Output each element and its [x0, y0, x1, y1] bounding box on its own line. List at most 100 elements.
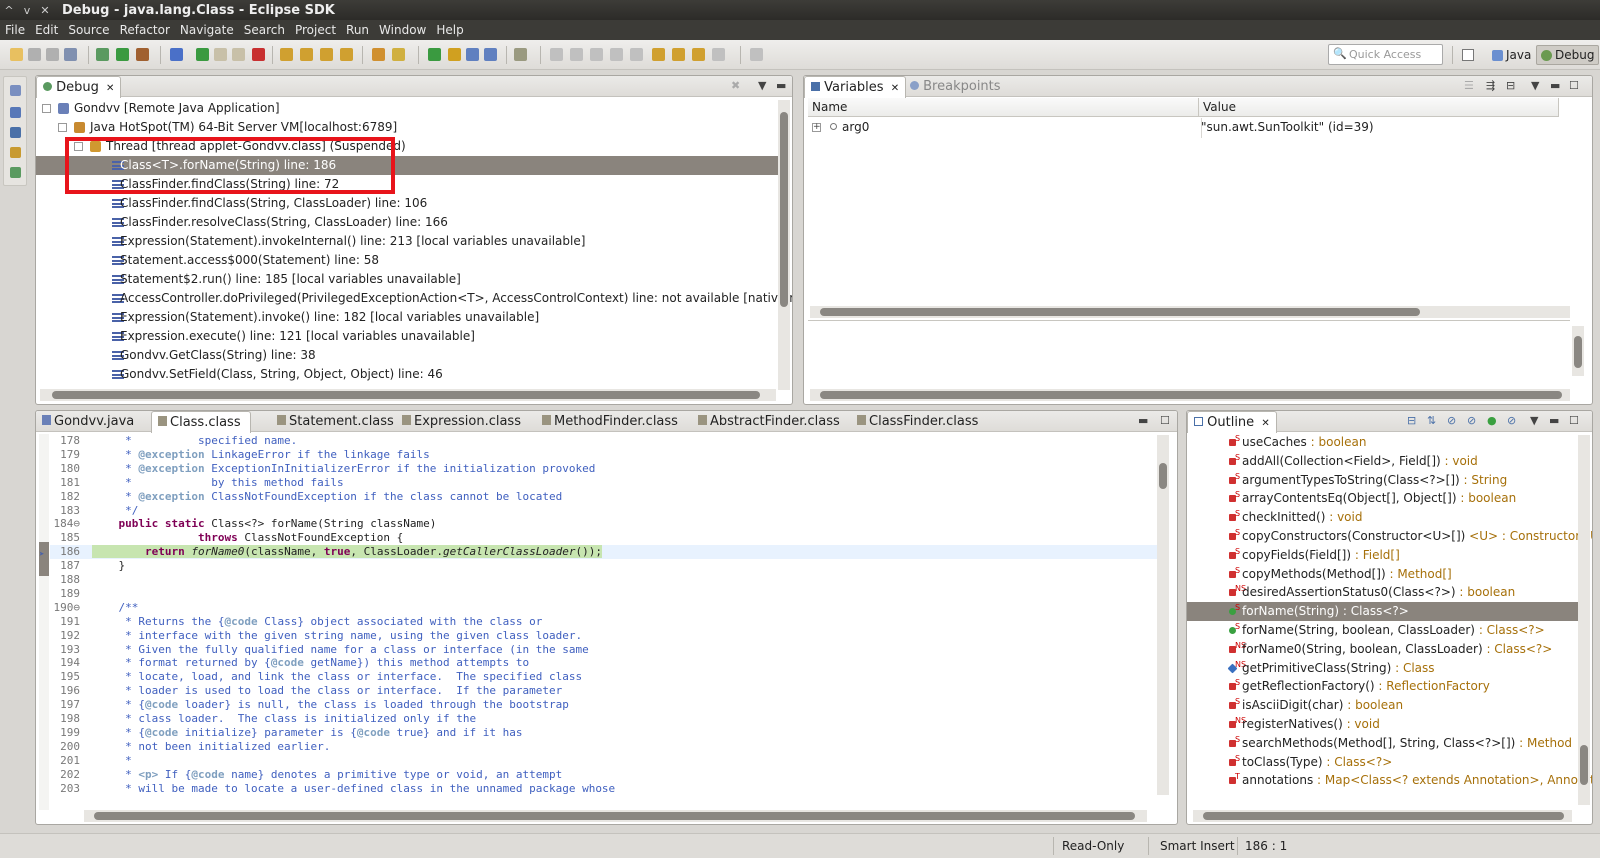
forward-tb-icon[interactable]	[712, 48, 725, 61]
step-into-icon[interactable]	[280, 48, 293, 61]
variables-table-hscroll[interactable]	[810, 306, 1570, 318]
view-menu-icon[interactable]: ▼	[1530, 414, 1538, 427]
code-line[interactable]: 195 * locate, load, and link the class o…	[50, 670, 1159, 684]
save-icon[interactable]	[28, 48, 41, 61]
tab-debug[interactable]: Debug ✕	[36, 76, 122, 98]
editor-vscroll[interactable]	[1157, 435, 1169, 795]
outline-item[interactable]: SargumentTypesToString(Class<?>[]) : Str…	[1187, 471, 1578, 490]
terminate-icon[interactable]	[232, 48, 245, 61]
mark-occurrences-icon[interactable]	[448, 48, 461, 61]
code-line[interactable]: 197 * {@code loader} is null, the class …	[50, 698, 1159, 712]
debug-hscroll-thumb[interactable]	[52, 391, 760, 399]
skip-breakpoints-icon[interactable]	[170, 48, 183, 61]
perspective-java-button[interactable]: Java	[1488, 45, 1535, 65]
window-restore-icon[interactable]: v	[18, 4, 36, 17]
expand-icon[interactable]: +	[812, 123, 821, 132]
external-tools-icon[interactable]	[136, 48, 149, 61]
tab-classfinder-class[interactable]: ClassFinder.class	[851, 411, 984, 432]
code-line[interactable]: 183 */	[50, 504, 1159, 518]
hide-fields-icon[interactable]: ⊘	[1447, 414, 1456, 427]
open-type-icon[interactable]	[372, 48, 385, 61]
tab-variables[interactable]: Variables ✕	[804, 76, 907, 98]
collapse-icon[interactable]	[42, 104, 51, 113]
code-line[interactable]: 188	[50, 573, 1159, 587]
variables-table-hscroll-thumb[interactable]	[820, 308, 1420, 316]
collapse-all-icon[interactable]: ⊟	[1407, 414, 1416, 427]
view-menu-icon[interactable]: ▼	[758, 79, 766, 92]
menu-help[interactable]: Help	[431, 23, 468, 37]
outline-item[interactable]: NS desiredAssertionStatus0(Class<?>) : bo…	[1187, 583, 1578, 602]
trim-display-icon[interactable]	[10, 147, 21, 158]
window-close-icon[interactable]: ✕	[36, 4, 54, 17]
tab-expression-class[interactable]: Expression.class	[396, 411, 527, 432]
outline-item[interactable]: StoClass(Type) : Class<?>	[1187, 753, 1578, 772]
suspend-icon[interactable]	[214, 48, 227, 61]
outline-item[interactable]: NS registerNatives() : void	[1187, 715, 1578, 734]
debug-vscroll-thumb[interactable]	[780, 112, 788, 307]
maximize-icon[interactable]: ☐	[1160, 414, 1170, 427]
editor-hscroll-thumb[interactable]	[94, 812, 1135, 820]
menu-edit[interactable]: Edit	[30, 23, 63, 37]
perspective-debug-button[interactable]: Debug	[1536, 45, 1600, 65]
code-line[interactable]: 185 throws ClassNotFoundException {	[50, 531, 1159, 545]
code-line[interactable]: 192 * interface with the given string na…	[50, 629, 1159, 643]
debug-hscroll[interactable]	[40, 389, 776, 401]
code-line[interactable]: 190⊖ /**	[50, 601, 1159, 615]
editor-vscroll-thumb[interactable]	[1159, 463, 1167, 489]
menu-search[interactable]: Search	[239, 23, 290, 37]
code-line[interactable]: 194 * format returned by {@code getName}…	[50, 656, 1159, 670]
code-line[interactable]: 199 * {@code initialize} parameter is {@…	[50, 726, 1159, 740]
print-icon[interactable]	[64, 48, 77, 61]
code-line[interactable]: 203 * will be made to locate a user-defi…	[50, 782, 1159, 796]
debug-tree-item[interactable]: Statement.access$000(Statement) line: 58	[36, 251, 778, 270]
code-line[interactable]: 202 * <p> If {@code name} denotes a prim…	[50, 768, 1159, 782]
outline-item[interactable]: SgetReflectionFactory() : ReflectionFact…	[1187, 677, 1578, 696]
sort-icon[interactable]: ⇅	[1427, 414, 1436, 427]
minimize-icon[interactable]: ▬	[1549, 414, 1559, 427]
pin-editor-icon[interactable]	[514, 48, 527, 61]
tab-statement-class[interactable]: Statement.class	[271, 411, 400, 432]
hide-non-public-icon[interactable]: ●	[1487, 414, 1497, 427]
maximize-icon[interactable]: ☐	[1569, 414, 1579, 427]
column-header-name[interactable]: Name	[808, 98, 1199, 117]
pin-icon[interactable]	[692, 48, 705, 61]
outline-item[interactable]: SsearchMethods(Method[], String, Class<?…	[1187, 734, 1578, 753]
outline-item[interactable]: ScopyFields(Field[]) : Field[]	[1187, 546, 1578, 565]
view-menu-icon[interactable]: ▼	[1531, 79, 1539, 92]
code-line[interactable]: 193 * Given the fully qualified name for…	[50, 643, 1159, 657]
code-line[interactable]: 180 * @exception ExceptionInInitializerE…	[50, 462, 1159, 476]
debug-tree-item[interactable]: Gondvv [Remote Java Application]	[36, 99, 778, 118]
menu-window[interactable]: Window	[374, 23, 431, 37]
code-line[interactable]: 178 * specified name.	[50, 434, 1159, 448]
open-perspective-button[interactable]	[1458, 45, 1478, 65]
code-line[interactable]: 181 * by this method fails	[50, 476, 1159, 490]
details-vscroll-thumb[interactable]	[1574, 336, 1582, 368]
minimize-icon[interactable]: ▬	[1138, 414, 1148, 427]
tab-abstractfinder-class[interactable]: AbstractFinder.class	[692, 411, 846, 432]
debug-tree-item[interactable]: Gondvv.GetClass(String) line: 38	[36, 346, 778, 365]
trim-tasks-icon[interactable]	[10, 127, 21, 138]
debug-tree-item[interactable]: Expression(Statement).invoke() line: 182…	[36, 308, 778, 327]
block-selection-icon[interactable]	[466, 48, 479, 61]
search-tb-icon[interactable]	[392, 48, 405, 61]
menu-source[interactable]: Source	[63, 23, 114, 37]
hide-static-icon[interactable]: ⊘	[1467, 414, 1476, 427]
tab-outline[interactable]: Outline ✕	[1187, 411, 1277, 433]
show-logical-structure-icon[interactable]: ⇶	[1486, 79, 1495, 92]
tab-methodfinder-class[interactable]: MethodFinder.class	[536, 411, 684, 432]
show-type-names-icon[interactable]: ☰	[1464, 79, 1474, 92]
nav-back-icon[interactable]	[652, 48, 665, 61]
debug-tree-item[interactable]: Expression(Statement).invokeInternal() l…	[36, 232, 778, 251]
outline-item[interactable]: SarrayContentsEq(Object[], Object[]) : b…	[1187, 489, 1578, 508]
new-icon[interactable]	[10, 48, 23, 61]
window-minimize-icon[interactable]: ^	[0, 4, 18, 17]
code-line[interactable]: 200 * not been initialized earlier.	[50, 740, 1159, 754]
debug-tree-item[interactable]: Gondvv.SetField(Class, String, Object, O…	[36, 365, 778, 384]
code-line[interactable]: 179 * @exception LinkageError if the lin…	[50, 448, 1159, 462]
code-line[interactable]: 184⊖ public static Class<?> forName(Stri…	[50, 517, 1159, 531]
debug-tree-item[interactable]: Expression.execute() line: 121 [local va…	[36, 327, 778, 346]
run-icon[interactable]	[116, 48, 129, 61]
outline-item[interactable]: NS getPrimitiveClass(String) : Class	[1187, 659, 1578, 678]
details-vscroll[interactable]	[1572, 326, 1584, 376]
quick-access-input[interactable]: 🔍 Quick Access	[1328, 44, 1443, 65]
